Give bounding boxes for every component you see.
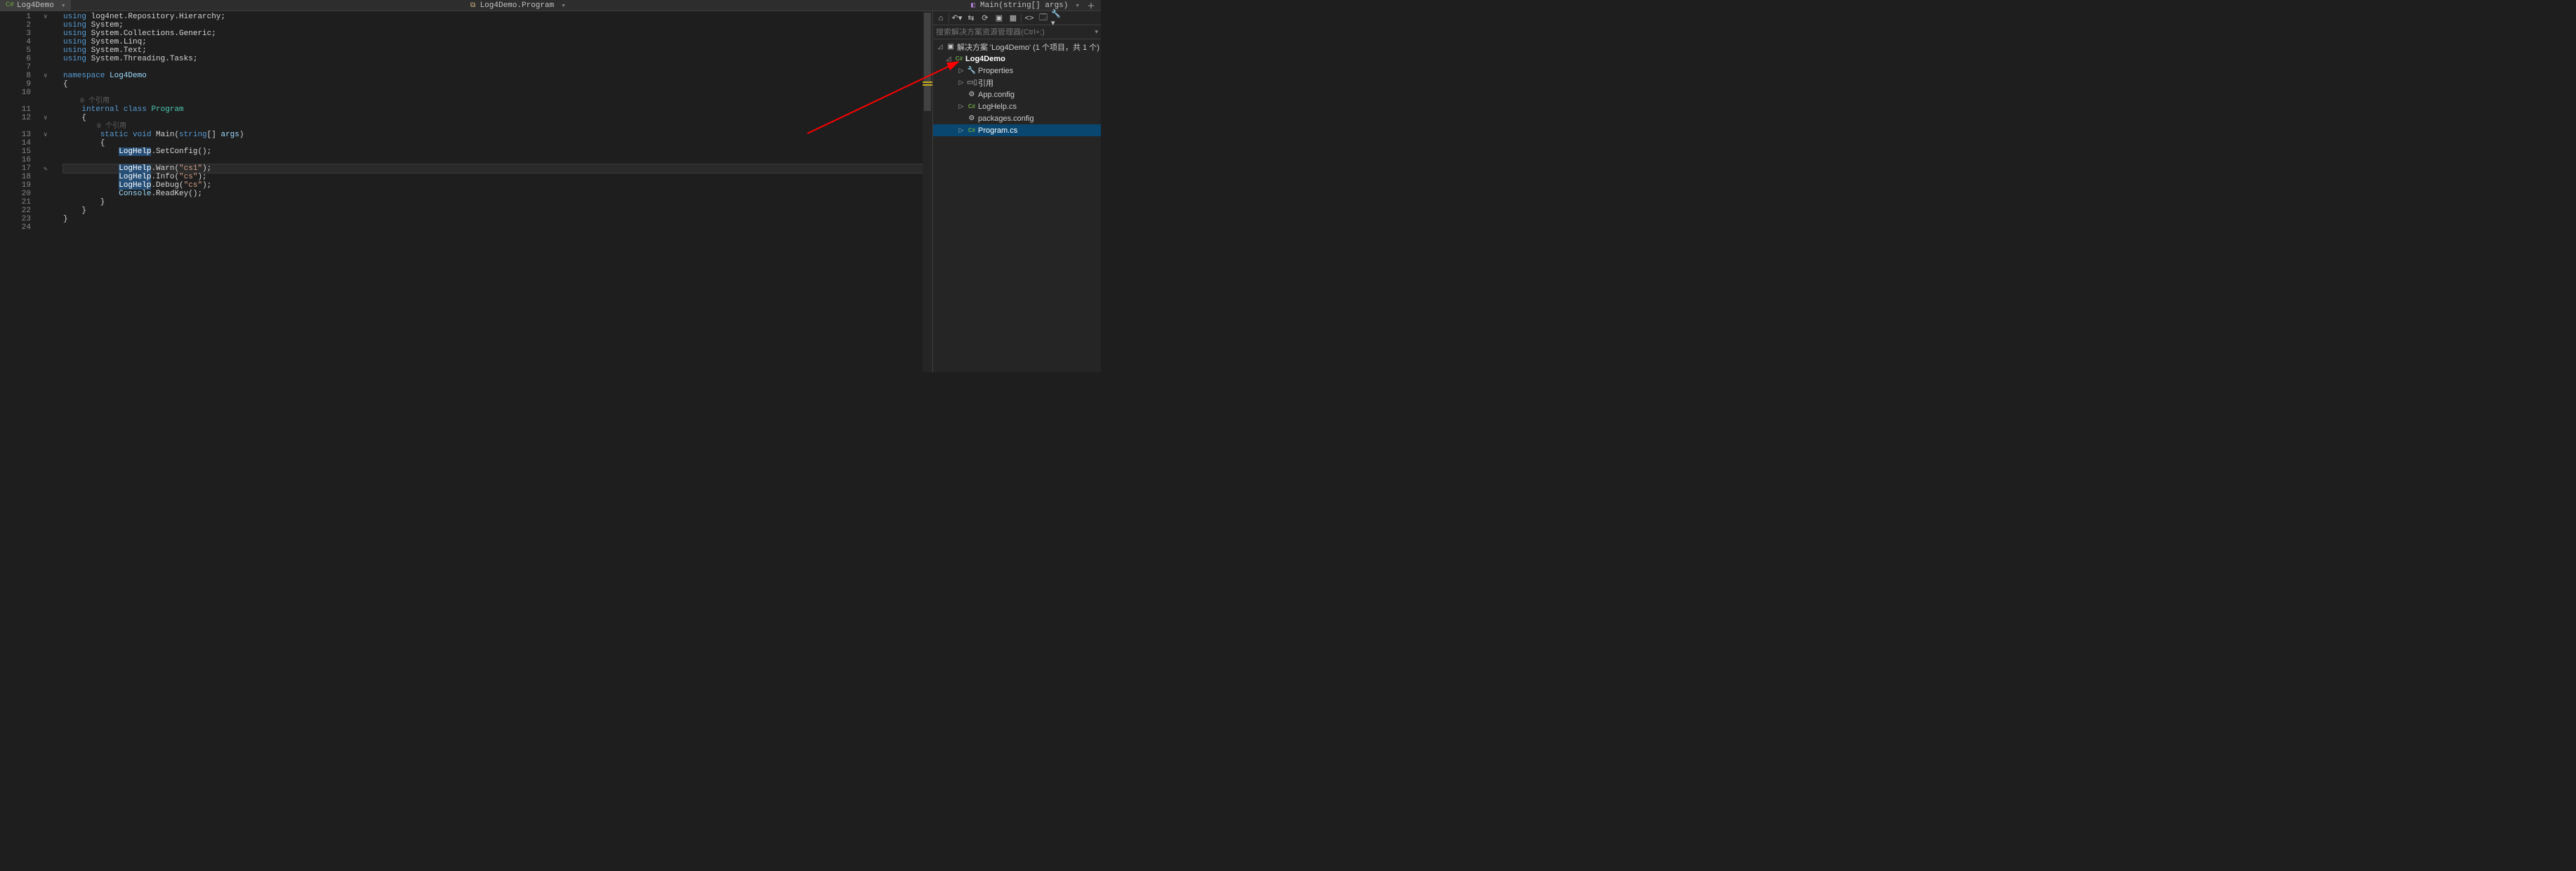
method-icon: ◧ [969, 1, 977, 10]
cs-icon: C# [967, 126, 977, 134]
code-line[interactable]: using System.Threading.Tasks; [63, 55, 932, 63]
pencil-icon: ✎ [44, 166, 47, 173]
code-line[interactable]: internal class Program [63, 105, 932, 114]
solution-explorer-panel: ⌂ ↶▾ ⇆ ⟳ ▣ ▦ <> 🗔 🔧▾ ▾ ◿▣解决方案 'Log4Demo'… [932, 11, 1101, 372]
breadcrumb-method[interactable]: ◧ Main(string[] args) ▾ [963, 0, 1085, 11]
code-line[interactable] [63, 63, 932, 72]
code-line[interactable]: static void Main(string[] args) [63, 131, 932, 139]
home-icon[interactable]: ⌂ [934, 13, 947, 24]
expand-arrow-icon[interactable]: ▷ [957, 103, 965, 110]
code-line[interactable]: LogHelp.Warn("cs1"); [63, 164, 932, 173]
code-line[interactable]: 0 个引用 [63, 122, 932, 131]
scrollbar-thumb[interactable] [924, 13, 931, 111]
code-line[interactable] [63, 223, 932, 232]
history-back-icon[interactable]: ↶▾ [951, 13, 963, 24]
chevron-down-icon: ▾ [1075, 1, 1080, 11]
tree-item-label: 引用 [978, 77, 993, 89]
tree-item-label: 解决方案 'Log4Demo' (1 个项目，共 1 个) [957, 41, 1099, 53]
code-line[interactable]: LogHelp.Info("cs"); [63, 173, 932, 181]
namespace-icon: ⧉ [469, 1, 477, 10]
tree-item-label: packages.config [978, 114, 1034, 123]
sync-icon[interactable]: ⇆ [965, 13, 977, 24]
split-plus-icon[interactable]: ＋ [1085, 1, 1097, 11]
cs-icon: C# [967, 103, 977, 110]
solution-toolbar: ⌂ ↶▾ ⇆ ⟳ ▣ ▦ <> 🗔 🔧▾ [933, 11, 1101, 25]
code-line[interactable]: { [63, 114, 932, 122]
tree-item-label: Log4Demo [965, 55, 1005, 63]
expand-arrow-icon[interactable]: ◿ [944, 55, 953, 63]
code-area[interactable]: using log4net.Repository.Hierarchy;using… [42, 11, 932, 372]
solution-tree[interactable]: ◿▣解决方案 'Log4Demo' (1 个项目，共 1 个)◿C#Log4De… [933, 39, 1101, 372]
ref-icon: ▭▯ [967, 79, 977, 86]
code-line[interactable]: using System.Collections.Generic; [63, 30, 932, 38]
properties-icon[interactable]: 🗔 [1037, 13, 1050, 24]
code-line[interactable]: 0 个引用 [63, 97, 932, 105]
csproj-icon: C# [954, 55, 964, 63]
project-node[interactable]: ◿C#Log4Demo [933, 53, 1101, 65]
workspace: 123456789101112131415161718192021222324 … [0, 11, 1101, 372]
scroll-marker [923, 84, 932, 86]
tree-item-label: Program.cs [978, 126, 1017, 135]
vertical-scrollbar[interactable] [923, 11, 932, 372]
code-line[interactable]: using log4net.Repository.Hierarchy; [63, 13, 932, 21]
view-code-icon[interactable]: <> [1023, 13, 1036, 24]
topbar-right-buttons: ＋ [1085, 1, 1101, 11]
tree-item-引用[interactable]: ▷▭▯引用 [933, 77, 1101, 89]
code-line[interactable] [63, 156, 932, 164]
expand-arrow-icon[interactable]: ▷ [957, 126, 965, 134]
breadcrumb-class[interactable]: ⧉ Log4Demo.Program ▾ [463, 0, 572, 11]
config-icon: ⚙ [967, 91, 977, 98]
wrench-icon: 🔧 [967, 67, 977, 74]
code-line[interactable]: } [63, 207, 932, 215]
breadcrumb-file-label: Log4Demo [17, 1, 54, 10]
code-line[interactable]: using System; [63, 21, 932, 30]
tree-item-label: LogHelp.cs [978, 103, 1017, 111]
config-icon: ⚙ [967, 114, 977, 122]
tree-item-label: App.config [978, 91, 1015, 99]
tree-item-App-config[interactable]: ⚙App.config [933, 89, 1101, 100]
breadcrumb-bar: C# Log4Demo ▾ ⧉ Log4Demo.Program ▾ ◧ Mai… [0, 0, 1101, 11]
expand-arrow-icon[interactable]: ▷ [957, 67, 965, 74]
breadcrumb-file[interactable]: C# Log4Demo ▾ [0, 0, 71, 11]
tree-item-Properties[interactable]: ▷🔧Properties [933, 65, 1101, 77]
refresh-icon[interactable]: ⟳ [979, 13, 991, 24]
code-line[interactable]: } [63, 215, 932, 223]
show-all-icon[interactable]: ▦ [1007, 13, 1019, 24]
code-line[interactable]: LogHelp.Debug("cs"); [63, 181, 932, 190]
code-line[interactable]: using System.Text; [63, 46, 932, 55]
code-line[interactable]: Console.ReadKey(); [63, 190, 932, 198]
code-line[interactable]: { [63, 80, 932, 89]
tree-item-label: Properties [978, 67, 1013, 75]
code-line[interactable]: { [63, 139, 932, 148]
code-line[interactable]: } [63, 198, 932, 207]
collapse-all-icon[interactable]: ▣ [993, 13, 1005, 24]
code-line[interactable]: namespace Log4Demo [63, 72, 932, 80]
tree-item-Program-cs[interactable]: ▷C#Program.cs [933, 124, 1101, 136]
code-line[interactable]: LogHelp.SetConfig(); [63, 148, 932, 156]
code-editor[interactable]: 123456789101112131415161718192021222324 … [0, 11, 932, 372]
dropdown-icon[interactable]: ▾ [1095, 28, 1098, 36]
solution-icon: ▣ [946, 43, 956, 51]
solution-search-input[interactable] [936, 28, 1095, 37]
code-line[interactable]: using System.Linq; [63, 38, 932, 46]
chevron-down-icon: ▾ [61, 1, 66, 11]
solution-search[interactable]: ▾ [933, 25, 1101, 39]
scroll-marker [923, 81, 932, 83]
csharp-file-icon: C# [6, 1, 14, 10]
solution-root[interactable]: ◿▣解决方案 'Log4Demo' (1 个项目，共 1 个) [933, 41, 1101, 53]
code-line[interactable] [63, 89, 932, 97]
tree-item-packages-config[interactable]: ⚙packages.config [933, 112, 1101, 124]
chevron-down-icon: ▾ [561, 1, 566, 11]
wrench-icon[interactable]: 🔧▾ [1051, 13, 1064, 24]
expand-arrow-icon[interactable]: ◿ [936, 43, 944, 51]
line-number-gutter: 123456789101112131415161718192021222324 [0, 11, 42, 372]
tree-item-LogHelp-cs[interactable]: ▷C#LogHelp.cs [933, 100, 1101, 112]
expand-arrow-icon[interactable]: ▷ [957, 79, 965, 86]
breadcrumb-class-label: Log4Demo.Program [480, 1, 555, 10]
